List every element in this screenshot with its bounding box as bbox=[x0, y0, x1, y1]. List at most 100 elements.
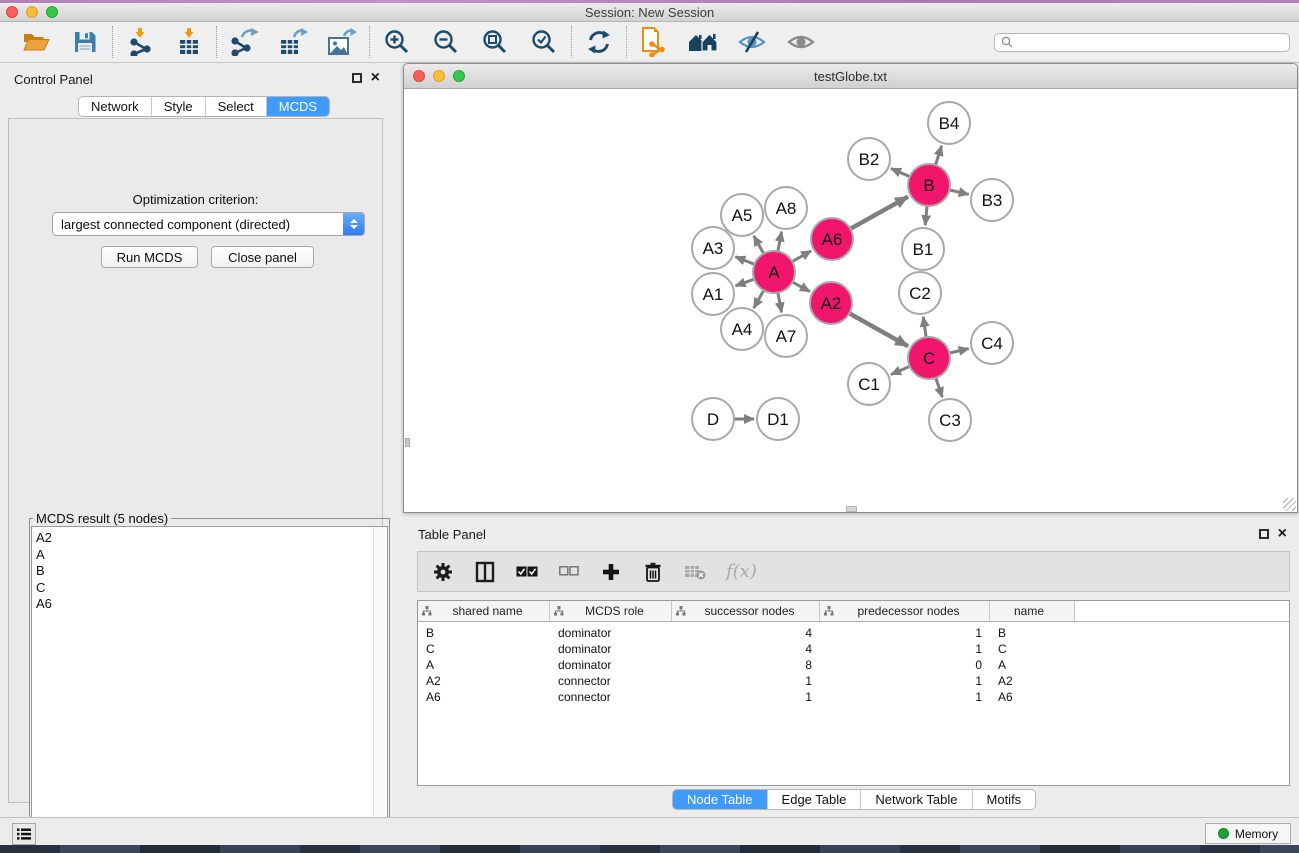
zoom-network-window-button[interactable] bbox=[453, 70, 465, 82]
tab-node-table[interactable]: Node Table bbox=[673, 790, 768, 809]
graph-node-A1[interactable]: A1 bbox=[692, 273, 734, 315]
table-cell[interactable]: 4 bbox=[672, 641, 820, 657]
import-network-button[interactable] bbox=[124, 26, 156, 58]
deselect-all-rows-button[interactable] bbox=[558, 560, 580, 584]
add-row-button[interactable] bbox=[600, 560, 622, 584]
graph-node-D1[interactable]: D1 bbox=[757, 398, 799, 440]
table-cell[interactable]: 0 bbox=[820, 657, 990, 673]
table-cell[interactable]: B bbox=[990, 625, 1075, 641]
table-cell[interactable]: A6 bbox=[990, 689, 1075, 705]
copy-network-button[interactable] bbox=[638, 26, 670, 58]
horizontal-scroll-handle[interactable] bbox=[846, 506, 857, 512]
network-canvas[interactable]: B4B2BB3A8A5A6A3B1AA1C2A2A4A7C4CC1C3DD1 bbox=[405, 89, 1296, 512]
show-graphics-details-button[interactable] bbox=[785, 26, 817, 58]
table-cell[interactable]: A2 bbox=[418, 673, 550, 689]
table-cell[interactable]: 8 bbox=[672, 657, 820, 673]
column-header-mcds-role[interactable]: MCDS role bbox=[550, 601, 672, 621]
tab-select[interactable]: Select bbox=[206, 97, 267, 116]
export-table-button[interactable] bbox=[277, 26, 309, 58]
mcds-result-item[interactable]: A2 bbox=[36, 530, 52, 547]
graph-edge-B-B2[interactable] bbox=[891, 169, 910, 177]
table-cell[interactable]: connector bbox=[550, 673, 672, 689]
graph-node-C1[interactable]: C1 bbox=[848, 363, 890, 405]
graph-edge-A-A3[interactable] bbox=[735, 257, 754, 265]
refresh-button[interactable] bbox=[583, 26, 615, 58]
graph-edge-A-A1[interactable] bbox=[736, 279, 755, 286]
zoom-fit-button[interactable] bbox=[479, 26, 511, 58]
graph-node-B1[interactable]: B1 bbox=[902, 228, 944, 270]
table-cell[interactable]: connector bbox=[550, 689, 672, 705]
graph-edge-A-A7[interactable] bbox=[778, 293, 782, 313]
open-session-button[interactable] bbox=[20, 26, 52, 58]
tab-motifs[interactable]: Motifs bbox=[973, 790, 1036, 809]
tab-network-table[interactable]: Network Table bbox=[861, 790, 972, 809]
graph-edge-A6-B[interactable] bbox=[850, 197, 908, 229]
mcds-result-item[interactable]: A bbox=[36, 547, 52, 564]
table-cell[interactable]: 1 bbox=[672, 689, 820, 705]
graph-edge-A-A4[interactable] bbox=[754, 290, 764, 308]
table-cell[interactable]: dominator bbox=[550, 641, 672, 657]
table-cell[interactable]: A6 bbox=[418, 689, 550, 705]
graph-edge-B-B3[interactable] bbox=[949, 190, 968, 195]
zoom-in-button[interactable] bbox=[381, 26, 413, 58]
graph-edge-A-A2[interactable] bbox=[792, 282, 809, 292]
table-cell[interactable]: dominator bbox=[550, 657, 672, 673]
graph-edge-C-C2[interactable] bbox=[923, 317, 926, 337]
close-panel-icon[interactable]: × bbox=[371, 73, 380, 83]
table-cell[interactable]: dominator bbox=[550, 625, 672, 641]
criterion-dropdown[interactable]: largest connected component (directed) bbox=[52, 212, 365, 236]
table-cell[interactable]: 1 bbox=[820, 689, 990, 705]
graph-edge-A-A5[interactable] bbox=[754, 236, 764, 254]
tab-network[interactable]: Network bbox=[79, 97, 152, 116]
table-cell[interactable]: A bbox=[418, 657, 550, 673]
zoom-window-button[interactable] bbox=[46, 6, 58, 18]
delete-row-button[interactable] bbox=[642, 560, 664, 584]
run-mcds-button[interactable]: Run MCDS bbox=[101, 246, 198, 268]
select-all-rows-button[interactable] bbox=[516, 560, 538, 584]
table-row[interactable]: Adominator80A bbox=[418, 657, 1289, 673]
table-row[interactable]: A6connector11A6 bbox=[418, 689, 1289, 705]
graph-edge-C-C4[interactable] bbox=[949, 349, 968, 354]
tab-style[interactable]: Style bbox=[152, 97, 206, 116]
minimize-window-button[interactable] bbox=[26, 6, 38, 18]
zoom-out-button[interactable] bbox=[430, 26, 462, 58]
mcds-result-item[interactable]: B bbox=[36, 563, 52, 580]
graph-node-B[interactable]: B bbox=[908, 164, 950, 206]
graph-edge-A-A8[interactable] bbox=[778, 232, 782, 252]
graph-node-A3[interactable]: A3 bbox=[692, 227, 734, 269]
graph-node-C3[interactable]: C3 bbox=[929, 399, 971, 441]
graph-node-B3[interactable]: B3 bbox=[971, 179, 1013, 221]
vertical-scroll-handle[interactable] bbox=[405, 438, 410, 447]
table-settings-button[interactable] bbox=[432, 560, 454, 584]
graph-edge-C-C3[interactable] bbox=[936, 378, 943, 397]
table-cell[interactable]: A2 bbox=[990, 673, 1075, 689]
hide-graphics-details-button[interactable] bbox=[736, 26, 768, 58]
task-history-button[interactable] bbox=[12, 823, 36, 845]
export-network-button[interactable] bbox=[228, 26, 260, 58]
delete-table-button[interactable] bbox=[684, 560, 706, 584]
graph-node-B2[interactable]: B2 bbox=[848, 138, 890, 180]
table-cell[interactable]: 1 bbox=[672, 673, 820, 689]
table-cell[interactable]: A bbox=[990, 657, 1075, 673]
close-network-window-button[interactable] bbox=[413, 70, 425, 82]
graph-node-A6[interactable]: A6 bbox=[811, 218, 853, 260]
resize-grip-icon[interactable] bbox=[1283, 498, 1296, 511]
table-cell[interactable]: 1 bbox=[820, 625, 990, 641]
graph-edge-B-B4[interactable] bbox=[935, 146, 941, 165]
graph-node-D[interactable]: D bbox=[692, 398, 734, 440]
search-input[interactable] bbox=[1017, 35, 1283, 49]
column-header-predecessor-nodes[interactable]: predecessor nodes bbox=[820, 601, 990, 621]
table-row[interactable]: Cdominator41C bbox=[418, 641, 1289, 657]
column-header-shared-name[interactable]: shared name bbox=[418, 601, 550, 621]
graph-node-C4[interactable]: C4 bbox=[971, 322, 1013, 364]
graph-node-A8[interactable]: A8 bbox=[765, 187, 807, 229]
float-panel-icon[interactable] bbox=[352, 73, 362, 83]
close-window-button[interactable] bbox=[6, 6, 18, 18]
tab-mcds[interactable]: MCDS bbox=[267, 97, 329, 116]
column-visibility-button[interactable] bbox=[474, 560, 496, 584]
table-cell[interactable]: C bbox=[418, 641, 550, 657]
graph-node-C2[interactable]: C2 bbox=[899, 272, 941, 314]
import-table-button[interactable] bbox=[173, 26, 205, 58]
graph-node-B4[interactable]: B4 bbox=[928, 102, 970, 144]
close-panel-button[interactable]: Close panel bbox=[211, 246, 314, 268]
